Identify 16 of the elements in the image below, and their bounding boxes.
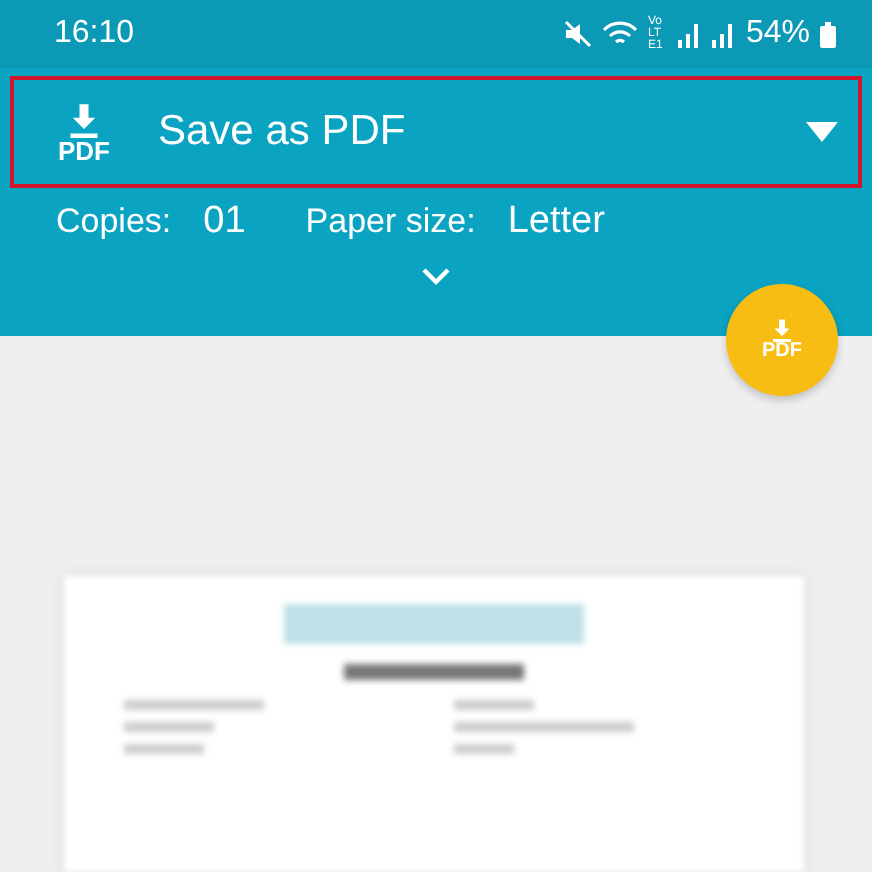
wifi-icon bbox=[601, 20, 638, 48]
battery-icon bbox=[820, 21, 836, 47]
signal-icon bbox=[711, 21, 736, 47]
download-icon bbox=[770, 318, 794, 342]
expand-chevron-icon[interactable] bbox=[422, 268, 450, 286]
dropdown-caret-icon bbox=[806, 122, 838, 142]
printer-dropdown[interactable]: PDF Save as PDF bbox=[10, 76, 862, 188]
option-label: Paper size: bbox=[305, 202, 476, 242]
option-value[interactable]: Letter bbox=[507, 200, 605, 244]
signal-icon bbox=[677, 21, 702, 47]
status-time: 16:10 bbox=[54, 16, 135, 52]
option-label: Copies: bbox=[56, 202, 172, 242]
option-value[interactable]: 01 bbox=[203, 200, 246, 244]
mute-icon bbox=[563, 20, 592, 48]
battery-percent: 54% bbox=[745, 16, 810, 52]
download-pdf-button[interactable]: PDF bbox=[726, 284, 838, 396]
